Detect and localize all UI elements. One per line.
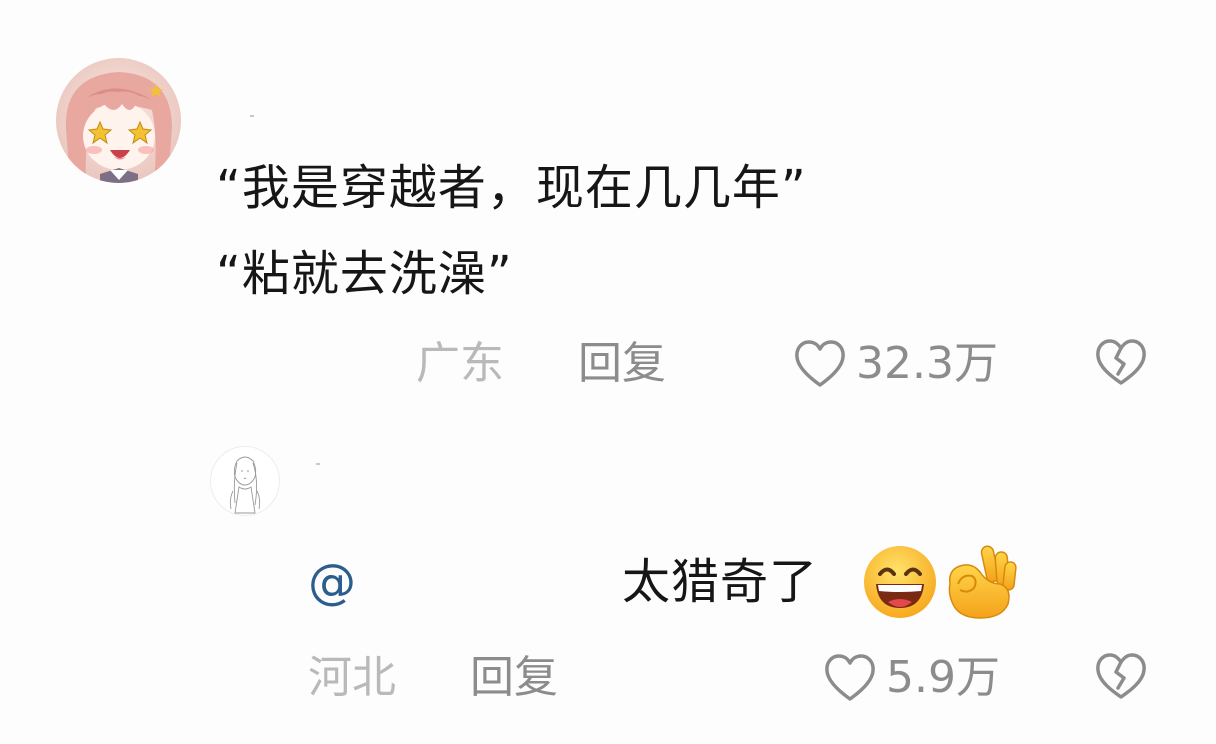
grinning-face-emoji: [862, 544, 938, 624]
reply-reply-button[interactable]: 回复: [470, 650, 558, 706]
broken-heart-icon: [1096, 653, 1146, 699]
reply-like-count: 5.9万: [886, 652, 1000, 703]
sketch-girl-avatar-image: [211, 447, 279, 515]
comment-text-line-2: “粘就去洗澡”: [216, 246, 513, 302]
reply-mention-link[interactable]: @: [308, 552, 356, 612]
anime-girl-avatar-image: [56, 58, 181, 183]
broken-heart-icon: [1096, 339, 1146, 385]
comment-dislike-button[interactable]: [1094, 338, 1148, 392]
reply-like-button[interactable]: 5.9万: [822, 650, 1000, 706]
comment-location: 广东: [416, 338, 504, 389]
comment-text-line-1: “我是穿越者，现在几几年”: [216, 160, 807, 216]
comment-thread: “我是穿越者，现在几几年” “粘就去洗澡” 广东 回复 32.3万 @ 太猎奇了…: [0, 0, 1216, 744]
replier-avatar[interactable]: [210, 446, 280, 516]
reply-text: 太猎奇了: [622, 554, 819, 610]
heart-outline-icon: [795, 340, 845, 387]
replier-name[interactable]: [316, 463, 320, 465]
reply-location: 河北: [308, 652, 396, 703]
reply-dislike-button[interactable]: [1094, 652, 1148, 706]
commenter-avatar[interactable]: [56, 58, 181, 183]
ok-hand-emoji: [940, 540, 1018, 624]
comment-like-button[interactable]: 32.3万: [792, 336, 998, 392]
comment-like-count: 32.3万: [856, 338, 998, 389]
comment-reply-button[interactable]: 回复: [578, 336, 666, 392]
commenter-name[interactable]: [250, 115, 254, 117]
heart-outline-icon: [825, 654, 875, 701]
